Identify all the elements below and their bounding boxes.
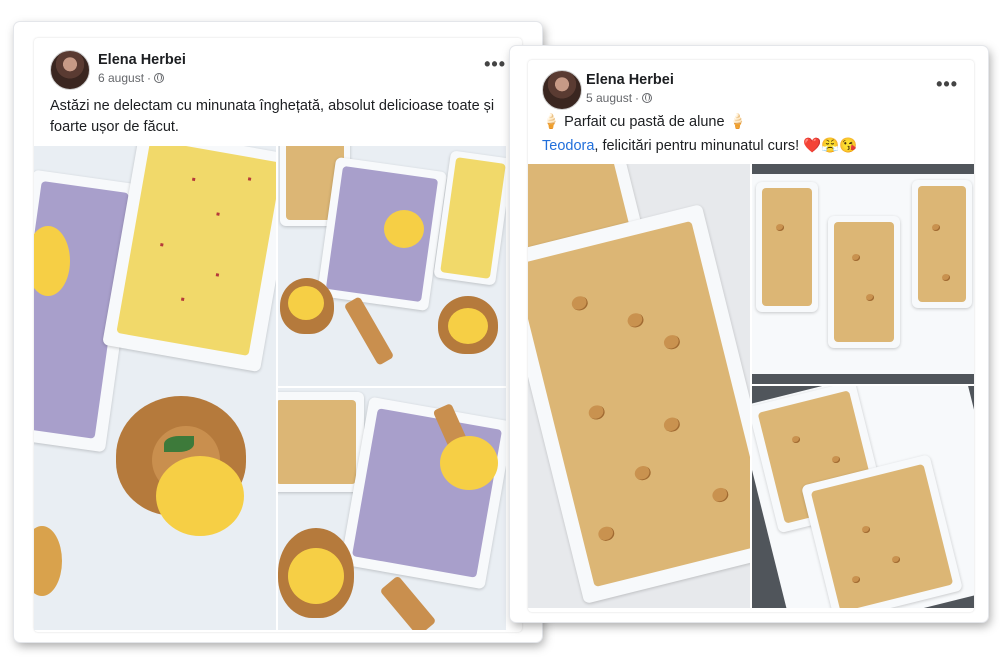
tray bbox=[102, 146, 276, 373]
tray bbox=[433, 150, 506, 286]
post-meta: 6 august · bbox=[98, 71, 165, 85]
tray bbox=[756, 182, 818, 312]
photo-main[interactable] bbox=[34, 146, 276, 630]
tray bbox=[912, 180, 972, 308]
meta-separator: · bbox=[147, 71, 152, 85]
post-date[interactable]: 5 august bbox=[586, 91, 632, 105]
meta-separator: · bbox=[635, 91, 640, 105]
post-title: 🍦 Parfait cu pastă de alune 🍦 bbox=[542, 112, 747, 133]
globe-icon bbox=[642, 93, 653, 103]
globe-icon bbox=[154, 73, 165, 83]
ice-cream-emoji: 🍦 bbox=[542, 114, 561, 130]
more-options-icon[interactable]: ••• bbox=[484, 54, 506, 75]
photo-bottom-right[interactable] bbox=[752, 386, 974, 608]
avatar[interactable] bbox=[50, 50, 90, 90]
post-meta: 5 august · bbox=[586, 91, 653, 105]
photo-top-right[interactable] bbox=[278, 146, 506, 386]
post-text-body: , felicitări pentru minunatul curs! bbox=[594, 138, 800, 154]
author-name[interactable]: Elena Herbei bbox=[586, 72, 674, 88]
author-name[interactable]: Elena Herbei bbox=[98, 52, 186, 68]
more-options-icon[interactable]: ••• bbox=[936, 74, 958, 95]
post-date[interactable]: 6 august bbox=[98, 71, 144, 85]
post-text: Teodora, felicitări pentru minunatul cur… bbox=[542, 136, 857, 157]
post-card-1: Elena Herbei 6 august · ••• Astăzi ne de… bbox=[14, 22, 542, 642]
post-card-2: Elena Herbei 5 august · ••• 🍦 Parfait cu… bbox=[510, 46, 988, 622]
tray bbox=[828, 216, 900, 348]
post-1-container: Elena Herbei 6 august · ••• Astăzi ne de… bbox=[34, 38, 522, 632]
post-title-text: Parfait cu pastă de alune bbox=[564, 114, 725, 130]
photo-main[interactable] bbox=[528, 164, 750, 608]
photo-bottom-right[interactable] bbox=[278, 388, 506, 630]
mint-leaf bbox=[164, 436, 194, 452]
tray bbox=[340, 396, 506, 590]
ice-cream-emoji: 🍦 bbox=[728, 114, 747, 130]
tray bbox=[278, 392, 364, 492]
post-text: Astăzi ne delectam cu minunata înghețată… bbox=[50, 98, 495, 135]
emojis: ❤️😤😘 bbox=[803, 138, 858, 154]
tray bbox=[528, 203, 750, 605]
tray bbox=[316, 156, 448, 312]
waffle-cone bbox=[343, 296, 395, 366]
avatar[interactable] bbox=[542, 70, 582, 110]
post-2-container: Elena Herbei 5 august · ••• 🍦 Parfait cu… bbox=[528, 60, 974, 612]
mention-link[interactable]: Teodora bbox=[542, 138, 594, 154]
photo-top-right[interactable] bbox=[752, 164, 974, 384]
